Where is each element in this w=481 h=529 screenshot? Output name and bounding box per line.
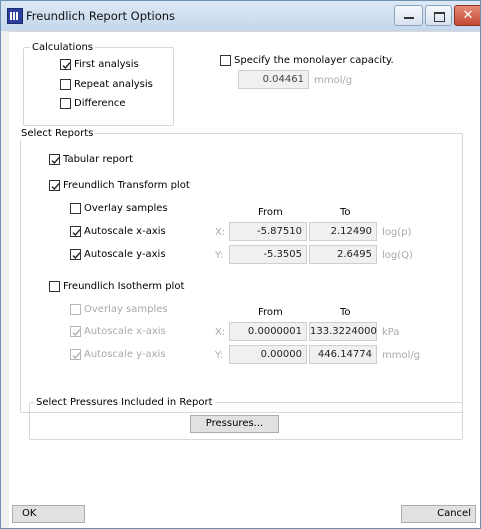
transform-y-unit: log(Q) xyxy=(382,250,413,261)
isotherm-overlay-checkbox[interactable] xyxy=(70,304,81,315)
select-reports-legend: Select Reports xyxy=(19,127,96,140)
monolayer-unit: mmol/g xyxy=(314,75,353,86)
transform-autoscale-y-checkbox[interactable] xyxy=(70,249,81,260)
isotherm-y-unit: mmol/g xyxy=(382,350,421,361)
transform-autoscale-x-checkbox[interactable] xyxy=(70,226,81,237)
tabular-report-label: Tabular report xyxy=(63,154,134,165)
repeat-analysis-checkbox[interactable] xyxy=(60,79,71,90)
transform-x-to-field[interactable]: 2.12490 xyxy=(309,222,377,241)
first-analysis-checkbox[interactable] xyxy=(60,59,71,70)
isotherm-x-axis-label: X: xyxy=(215,327,226,338)
ok-button[interactable]: OK xyxy=(12,505,85,523)
isotherm-y-from-field[interactable]: 0.00000 xyxy=(229,345,307,364)
isotherm-plot-checkbox[interactable] xyxy=(49,281,60,292)
isotherm-autoscale-x-label: Autoscale x-axis xyxy=(84,326,166,337)
maximize-button[interactable] xyxy=(425,5,452,26)
isotherm-y-axis-label: Y: xyxy=(215,350,224,361)
transform-y-to-field[interactable]: 2.6495 xyxy=(309,245,377,264)
difference-label: Difference xyxy=(74,98,126,109)
monolayer-capacity-field[interactable]: 0.04461 xyxy=(238,70,309,89)
transform-autoscale-x-label: Autoscale x-axis xyxy=(84,226,166,237)
isotherm-autoscale-y-checkbox[interactable] xyxy=(70,349,81,360)
window-title: Freundlich Report Options xyxy=(26,9,176,23)
first-analysis-label: First analysis xyxy=(74,59,139,70)
pressures-button[interactable]: Pressures... xyxy=(190,415,279,433)
calculations-legend: Calculations xyxy=(30,41,95,54)
isotherm-x-to-field[interactable]: 133.3224000 xyxy=(309,322,377,341)
checkmark-icon xyxy=(72,352,81,360)
dialog-body: Calculations First analysis Repeat analy… xyxy=(9,31,480,528)
transform-from-header: From xyxy=(258,207,283,218)
maximize-icon xyxy=(434,12,445,22)
isotherm-x-unit: kPa xyxy=(382,327,400,338)
transform-x-from-field[interactable]: -5.87510 xyxy=(229,222,307,241)
title-bar[interactable]: Freundlich Report Options ✕ xyxy=(1,1,480,31)
isotherm-from-header: From xyxy=(258,307,283,318)
isotherm-autoscale-x-checkbox[interactable] xyxy=(70,326,81,337)
isotherm-to-header: To xyxy=(340,307,351,318)
select-reports-group: Select Reports xyxy=(19,127,463,413)
isotherm-overlay-label: Overlay samples xyxy=(84,304,168,315)
app-icon xyxy=(7,8,23,24)
difference-checkbox[interactable] xyxy=(60,98,71,109)
checkmark-icon xyxy=(72,329,81,337)
checkmark-icon xyxy=(51,183,60,191)
cancel-button[interactable]: Cancel xyxy=(401,505,476,523)
transform-y-axis-label: Y: xyxy=(215,250,224,261)
close-icon: ✕ xyxy=(462,8,474,23)
transform-plot-checkbox[interactable] xyxy=(49,180,60,191)
tabular-report-checkbox[interactable] xyxy=(49,154,60,165)
isotherm-autoscale-y-label: Autoscale y-axis xyxy=(84,349,166,360)
transform-x-unit: log(p) xyxy=(382,227,412,238)
monolayer-label: Specify the monolayer capacity. xyxy=(234,55,394,66)
transform-overlay-label: Overlay samples xyxy=(84,203,168,214)
close-button[interactable]: ✕ xyxy=(454,5,480,26)
isotherm-y-to-field[interactable]: 446.14774 xyxy=(309,345,377,364)
transform-overlay-checkbox[interactable] xyxy=(70,203,81,214)
isotherm-x-from-field[interactable]: 0.0000001 xyxy=(229,322,307,341)
monolayer-checkbox[interactable] xyxy=(220,55,231,66)
transform-autoscale-y-label: Autoscale y-axis xyxy=(84,249,166,260)
isotherm-plot-label: Freundlich Isotherm plot xyxy=(63,281,185,292)
transform-plot-label: Freundlich Transform plot xyxy=(63,180,190,191)
checkmark-icon xyxy=(72,252,81,260)
repeat-analysis-label: Repeat analysis xyxy=(74,79,153,90)
dialog-window: Freundlich Report Options ✕ Calculations… xyxy=(0,0,481,529)
transform-x-axis-label: X: xyxy=(215,227,226,238)
minimize-button[interactable] xyxy=(394,5,423,26)
checkmark-icon xyxy=(51,157,60,165)
checkmark-icon xyxy=(62,62,71,70)
minimize-icon xyxy=(404,17,414,19)
pressures-legend: Select Pressures Included in Report xyxy=(34,396,215,409)
transform-to-header: To xyxy=(340,207,351,218)
transform-y-from-field[interactable]: -5.3505 xyxy=(229,245,307,264)
checkmark-icon xyxy=(72,229,81,237)
